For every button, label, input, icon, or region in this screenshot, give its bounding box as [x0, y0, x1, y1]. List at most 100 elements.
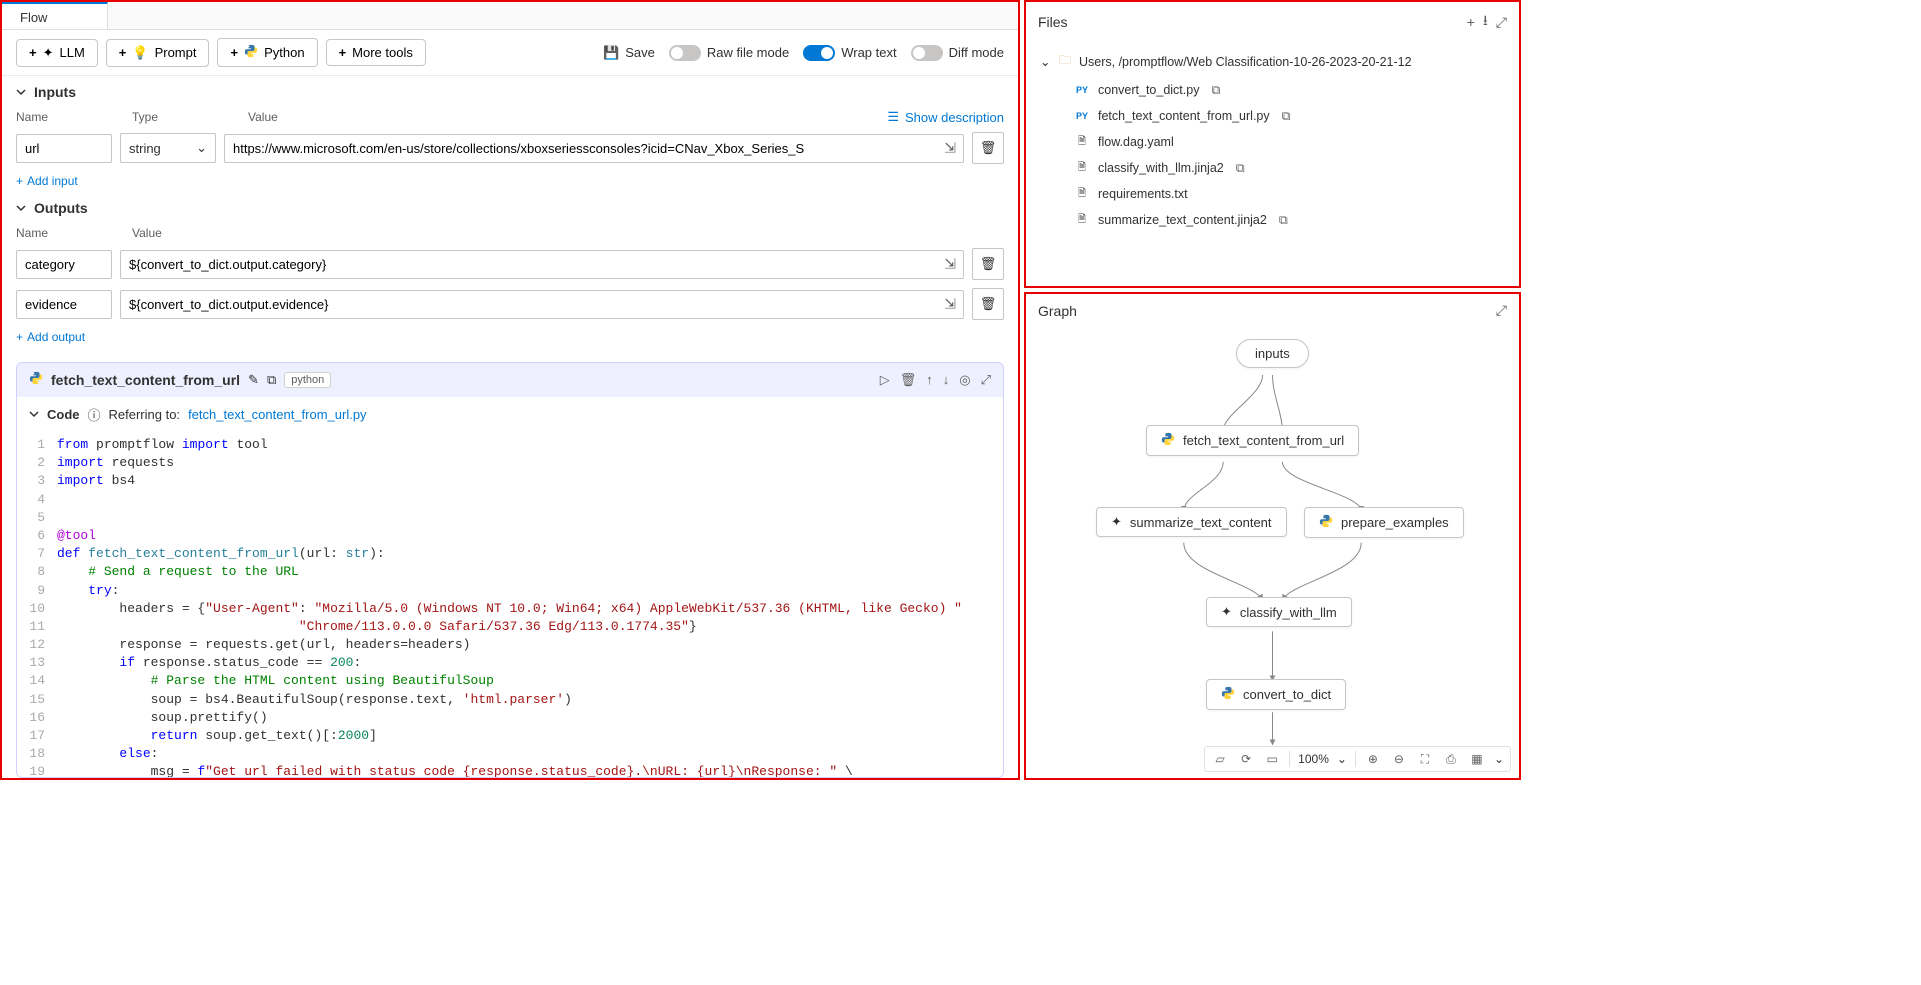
layout-icon[interactable]: ▭	[1263, 752, 1281, 766]
output-name-field[interactable]	[16, 290, 112, 319]
wrap-text-toggle[interactable]: Wrap text	[803, 45, 896, 61]
plus-icon: +	[16, 174, 23, 188]
delete-output-button[interactable]: 🗑	[972, 288, 1004, 320]
python-icon	[244, 44, 258, 61]
snapshot-icon[interactable]: ⎙	[1442, 752, 1460, 767]
input-type-select[interactable]: string ⌄	[120, 133, 216, 163]
code-editor[interactable]: 1from promptflow import tool 2import req…	[17, 432, 1003, 778]
delete-output-button[interactable]: 🗑	[972, 248, 1004, 280]
graph-node-classify[interactable]: ✦ classify_with_llm	[1206, 597, 1352, 627]
expand-value-icon[interactable]: ⇲	[944, 256, 956, 273]
fit-icon[interactable]: ⛶	[1416, 752, 1434, 767]
inputs-header[interactable]: Inputs	[16, 84, 1004, 100]
more-tools-button[interactable]: + More tools	[326, 39, 426, 66]
flow-editor-pane: Flow + ✦ LLM + 💡 Prompt + Python +	[0, 0, 1020, 780]
graph-title: Graph	[1038, 303, 1077, 319]
show-description-label: Show description	[905, 110, 1004, 125]
output-value-field[interactable]	[120, 250, 964, 279]
add-input-link[interactable]: + Add input	[16, 174, 78, 188]
zoom-in-icon[interactable]: ⊕	[1364, 752, 1382, 766]
node-label: convert_to_dict	[1243, 687, 1331, 702]
diff-mode-toggle[interactable]: Diff mode	[911, 45, 1004, 61]
file-name: classify_with_llm.jinja2	[1098, 161, 1224, 175]
file-action-icon[interactable]: ⧉	[1211, 83, 1220, 98]
expand-icon[interactable]: ⤢	[1496, 14, 1507, 31]
copy-icon[interactable]: ⧉	[267, 372, 276, 388]
arrow-up-icon[interactable]: ↑	[926, 372, 933, 388]
tab-flow[interactable]: Flow	[2, 2, 108, 29]
input-name-field[interactable]	[16, 134, 112, 163]
inputs-title: Inputs	[34, 84, 76, 100]
diff-mode-label: Diff mode	[949, 45, 1004, 60]
graph-canvas[interactable]: inputs fetch_text_content_from_url ✦ sum…	[1026, 327, 1519, 778]
graph-node-summarize[interactable]: ✦ summarize_text_content	[1096, 507, 1287, 537]
expand-icon[interactable]: ⤢	[981, 372, 991, 388]
edit-icon[interactable]: ✎	[248, 372, 259, 388]
add-output-label: Add output	[27, 330, 85, 344]
referring-label: Referring to:	[109, 407, 181, 422]
folder-icon: 🗀	[1058, 51, 1071, 72]
target-icon[interactable]: ◎	[959, 372, 970, 388]
file-item[interactable]: PYconvert_to_dict.py⧉	[1034, 77, 1511, 103]
file-icon: 🗎	[1074, 212, 1090, 228]
add-python-button[interactable]: + Python	[217, 38, 317, 67]
files-panel: Files + ⭳ ⤢ ⌄ 🗀 Users, /promptflow/Web C…	[1024, 0, 1521, 288]
arrow-down-icon[interactable]: ↓	[943, 372, 950, 388]
add-llm-button[interactable]: + ✦ LLM	[16, 39, 98, 67]
run-icon[interactable]: ▷	[880, 372, 890, 388]
graph-node-fetch[interactable]: fetch_text_content_from_url	[1146, 425, 1359, 456]
expand-value-icon[interactable]: ⇲	[944, 140, 956, 157]
add-file-icon[interactable]: +	[1467, 14, 1475, 30]
graph-panel-header: Graph ⤢	[1026, 294, 1519, 327]
add-llm-label: LLM	[60, 45, 85, 60]
add-output-link[interactable]: + Add output	[16, 330, 85, 344]
output-name-field[interactable]	[16, 250, 112, 279]
expand-icon[interactable]: ⤢	[1496, 302, 1507, 319]
input-value-field[interactable]	[224, 134, 964, 163]
graph-node-prepare[interactable]: prepare_examples	[1304, 507, 1464, 538]
raw-file-mode-toggle[interactable]: Raw file mode	[669, 45, 789, 61]
file-item[interactable]: 🗎requirements.txt	[1034, 181, 1511, 207]
graph-node-inputs[interactable]: inputs	[1236, 339, 1309, 368]
refresh-icon[interactable]: ⟳	[1237, 752, 1255, 766]
expand-value-icon[interactable]: ⇲	[944, 296, 956, 313]
graph-node-convert[interactable]: convert_to_dict	[1206, 679, 1346, 710]
plus-icon: +	[29, 45, 37, 60]
file-item[interactable]: 🗎summarize_text_content.jinja2⧉	[1034, 207, 1511, 233]
toggle-on-icon	[803, 45, 835, 61]
file-item[interactable]: 🗎flow.dag.yaml	[1034, 129, 1511, 155]
python-icon	[1161, 432, 1175, 449]
output-value-field[interactable]	[120, 290, 964, 319]
zoom-out-icon[interactable]: ⊖	[1390, 752, 1408, 766]
toggle-off-icon	[911, 45, 943, 61]
file-item[interactable]: 🗎classify_with_llm.jinja2⧉	[1034, 155, 1511, 181]
show-description-link[interactable]: ☰ Show description	[887, 109, 1004, 125]
graph-panel: Graph ⤢	[1024, 292, 1521, 780]
plus-icon: +	[119, 45, 127, 60]
trash-icon[interactable]: 🗑	[900, 372, 917, 388]
input-row: string ⌄ ⇲ 🗑	[16, 128, 1004, 168]
info-icon[interactable]: ⓘ	[88, 405, 101, 424]
map-icon[interactable]: ▦	[1468, 752, 1486, 766]
add-prompt-label: Prompt	[155, 45, 197, 60]
chevron-down-icon[interactable]: ⌄	[1494, 752, 1504, 766]
tab-bar: Flow	[2, 2, 1018, 30]
outputs-header[interactable]: Outputs	[16, 200, 1004, 216]
tree-root[interactable]: ⌄ 🗀 Users, /promptflow/Web Classificatio…	[1034, 46, 1511, 77]
delete-input-button[interactable]: 🗑	[972, 132, 1004, 164]
file-action-icon[interactable]: ⧉	[1282, 109, 1291, 124]
chevron-down-icon[interactable]: ⌄	[1337, 752, 1347, 766]
add-prompt-button[interactable]: + 💡 Prompt	[106, 39, 210, 67]
download-icon[interactable]: ⭳	[1483, 10, 1488, 34]
file-name: flow.dag.yaml	[1098, 135, 1174, 149]
referring-file-link[interactable]: fetch_text_content_from_url.py	[188, 407, 367, 422]
file-item[interactable]: PYfetch_text_content_from_url.py⧉	[1034, 103, 1511, 129]
filter-icon[interactable]: ▱	[1211, 752, 1229, 766]
file-action-icon[interactable]: ⧉	[1279, 213, 1288, 228]
lightbulb-icon: 💡	[132, 45, 148, 61]
save-button[interactable]: 💾 Save	[603, 45, 655, 61]
file-action-icon[interactable]: ⧉	[1236, 161, 1245, 176]
llm-icon: ✦	[43, 45, 54, 61]
python-icon	[1319, 514, 1333, 531]
chevron-down-icon	[29, 407, 39, 422]
